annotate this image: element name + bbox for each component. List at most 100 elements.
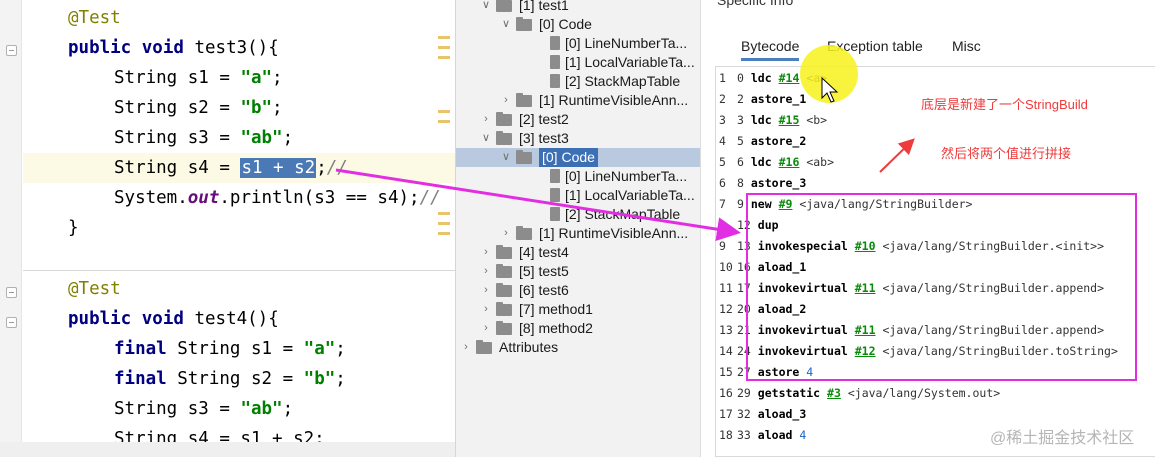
- tree-item[interactable]: › [1] RuntimeVisibleAnn...: [456, 224, 700, 243]
- keyword-token: final: [114, 369, 167, 389]
- tree-item[interactable]: [1] LocalVariableTa...: [456, 53, 700, 72]
- field-token: out: [187, 188, 220, 208]
- tree-item[interactable]: › [6] test6: [456, 281, 700, 300]
- scroll-marker: [438, 110, 450, 113]
- code-line[interactable]: String s1 = "a";: [114, 63, 283, 93]
- tree-item[interactable]: ∨ [1] test1: [456, 0, 700, 15]
- folder-icon: [496, 302, 512, 316]
- tree-item-label: [2] test2: [519, 111, 569, 127]
- tree-item[interactable]: ∨ [0] Code: [456, 148, 700, 167]
- editor-gutter: [0, 0, 22, 457]
- bytecode-row[interactable]: 17 32 aload_3: [715, 404, 806, 425]
- bytecode-row[interactable]: 68 astore_3: [715, 173, 806, 194]
- bytecode-row[interactable]: 22 astore_1: [715, 89, 806, 110]
- chevron-down-icon[interactable]: ∨: [500, 148, 512, 167]
- bytecode-row[interactable]: 18 33 aload 4: [715, 425, 806, 446]
- comment-token: //: [419, 188, 441, 208]
- chevron-down-icon[interactable]: ∨: [480, 0, 492, 15]
- constant-pool-ref[interactable]: #15: [779, 113, 800, 127]
- chevron-right-icon[interactable]: ›: [500, 91, 512, 110]
- tree-item[interactable]: › [7] method1: [456, 300, 700, 319]
- scroll-marker: [438, 222, 450, 225]
- tree-item-label: [3] test3: [519, 130, 569, 146]
- class-structure-tree[interactable]: ∨ [1] test1 ∨ [0] Code [0] LineNumberTa... [1…: [455, 0, 700, 457]
- tree-item[interactable]: [0] LineNumberTa...: [456, 34, 700, 53]
- tree-item[interactable]: [0] LineNumberTa...: [456, 167, 700, 186]
- constant-pool-ref[interactable]: #14: [779, 71, 800, 85]
- type-token: String: [166, 369, 241, 389]
- chevron-right-icon[interactable]: ›: [480, 110, 492, 129]
- method-separator: [23, 270, 455, 271]
- folder-icon: [496, 283, 512, 297]
- chevron-down-icon[interactable]: ∨: [480, 129, 492, 148]
- bytecode-row[interactable]: 16 29 getstatic #3 <java/lang/System.out>: [715, 383, 1000, 404]
- folder-icon: [496, 264, 512, 278]
- annotation-note-2: 然后将两个值进行拼接: [941, 146, 1072, 161]
- code-line[interactable]: @Test: [68, 274, 121, 304]
- file-icon: [550, 169, 560, 183]
- fold-icon[interactable]: [6, 45, 17, 56]
- tree-item[interactable]: › [2] test2: [456, 110, 700, 129]
- string-literal: "b": [240, 98, 273, 118]
- chevron-right-icon[interactable]: ›: [480, 319, 492, 338]
- cursor-highlight: [800, 45, 858, 103]
- bytecode-row[interactable]: 33 ldc #15 <b>: [715, 110, 827, 131]
- tab-bytecode[interactable]: Bytecode: [741, 38, 800, 61]
- tree-item[interactable]: › [8] method2: [456, 319, 700, 338]
- code-line[interactable]: }: [68, 213, 79, 243]
- tree-item[interactable]: › [1] RuntimeVisibleAnn...: [456, 91, 700, 110]
- bytecode-line-number: 17: [719, 407, 733, 421]
- folder-icon: [496, 321, 512, 335]
- code-line[interactable]: String s3 = "ab";: [114, 123, 293, 153]
- folder-icon: [496, 131, 512, 145]
- folder-icon: [496, 0, 512, 12]
- tree-item[interactable]: › Attributes: [456, 338, 700, 357]
- code-line[interactable]: String s4 = s1 + s2;//: [114, 153, 348, 183]
- bytecode-offset: 33: [737, 428, 751, 442]
- keyword-token: public: [68, 309, 132, 329]
- chevron-down-icon[interactable]: ∨: [500, 15, 512, 34]
- tree-item-label: [1] test1: [519, 0, 569, 13]
- chevron-right-icon[interactable]: ›: [500, 224, 512, 243]
- tree-item[interactable]: [2] StackMapTable: [456, 205, 700, 224]
- constant-pool-ref[interactable]: #3: [827, 386, 841, 400]
- code-token: System.: [114, 188, 188, 208]
- tree-item-label: [1] LocalVariableTa...: [565, 187, 695, 203]
- code-line[interactable]: public void test3(){: [68, 33, 279, 63]
- code-line[interactable]: final String s1 = "a";: [114, 334, 346, 364]
- tree-item[interactable]: › [4] test4: [456, 243, 700, 262]
- code-line[interactable]: String s3 = "ab";: [114, 394, 293, 424]
- constant-pool-ref[interactable]: #16: [779, 155, 800, 169]
- chevron-right-icon[interactable]: ›: [460, 338, 472, 357]
- tree-item[interactable]: [1] LocalVariableTa...: [456, 186, 700, 205]
- chevron-right-icon[interactable]: ›: [480, 281, 492, 300]
- code-token: test4(){: [183, 309, 279, 329]
- bytecode-row[interactable]: 45 astore_2: [715, 131, 806, 152]
- panel-title: Specific Info: [717, 0, 794, 8]
- tree-item[interactable]: [2] StackMapTable: [456, 72, 700, 91]
- selected-text: s1 + s2: [240, 158, 317, 178]
- tree-item[interactable]: › [5] test5: [456, 262, 700, 281]
- tree-item[interactable]: ∨ [3] test3: [456, 129, 700, 148]
- folder-icon: [516, 226, 532, 240]
- fold-icon[interactable]: [6, 287, 17, 298]
- tab-misc[interactable]: Misc: [952, 38, 981, 54]
- bytecode-row[interactable]: 56 ldc #16 <ab>: [715, 152, 834, 173]
- code-line[interactable]: public void test4(){: [68, 304, 279, 334]
- chevron-right-icon[interactable]: ›: [480, 300, 492, 319]
- code-line[interactable]: String s2 = "b";: [114, 93, 283, 123]
- code-editor[interactable]: @Test public void test3(){String s1 = "a"…: [0, 0, 455, 457]
- code-token: s3 =: [177, 128, 241, 148]
- fold-icon[interactable]: [6, 317, 17, 328]
- code-line[interactable]: @Test: [68, 3, 121, 33]
- bytecode-offset: 32: [737, 407, 751, 421]
- bytecode-opcode: astore_3: [750, 176, 807, 190]
- file-icon: [550, 207, 560, 221]
- tree-item-label: [0] LineNumberTa...: [565, 168, 688, 184]
- tree-item[interactable]: ∨ [0] Code: [456, 15, 700, 34]
- string-literal: "a": [240, 68, 273, 88]
- chevron-right-icon[interactable]: ›: [480, 243, 492, 262]
- code-line[interactable]: final String s2 = "b";: [114, 364, 346, 394]
- code-line[interactable]: System.out.println(s3 == s4);//: [114, 183, 441, 213]
- chevron-right-icon[interactable]: ›: [480, 262, 492, 281]
